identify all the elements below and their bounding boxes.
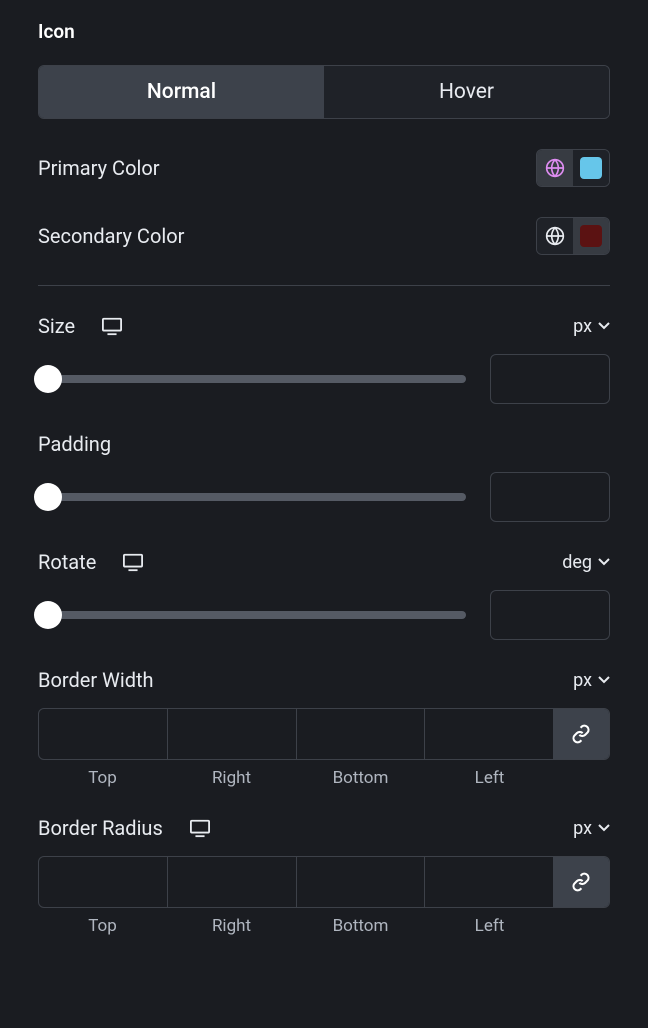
desktop-icon[interactable] [101, 316, 123, 336]
rotate-input[interactable] [490, 590, 610, 640]
desktop-icon[interactable] [189, 818, 211, 838]
size-label: Size [38, 314, 75, 338]
rotate-label: Rotate [38, 550, 96, 574]
divider [38, 285, 610, 286]
size-slider-thumb[interactable] [34, 365, 62, 393]
padding-control: Padding [38, 432, 610, 522]
size-input[interactable] [490, 354, 610, 404]
rotate-slider-thumb[interactable] [34, 601, 62, 629]
globe-icon [545, 158, 565, 178]
state-tabs: Normal Hover [38, 65, 610, 119]
tab-normal[interactable]: Normal [39, 66, 324, 118]
border-radius-left-label: Left [425, 916, 554, 936]
secondary-color-label: Secondary Color [38, 224, 184, 248]
padding-input[interactable] [490, 472, 610, 522]
padding-label: Padding [38, 432, 111, 456]
section-title: Icon [38, 20, 610, 43]
link-icon [571, 872, 591, 892]
tab-hover[interactable]: Hover [324, 66, 609, 118]
primary-color-global-button[interactable] [537, 150, 573, 186]
chevron-down-icon [598, 322, 610, 330]
border-radius-unit-dropdown[interactable]: px [573, 818, 610, 839]
secondary-color-swatch-button[interactable] [573, 218, 609, 254]
border-width-bottom-label: Bottom [296, 768, 425, 788]
rotate-unit-dropdown[interactable]: deg [562, 552, 610, 573]
border-radius-right-label: Right [167, 916, 296, 936]
secondary-color-global-button[interactable] [537, 218, 573, 254]
border-width-left-label: Left [425, 768, 554, 788]
border-radius-top-label: Top [38, 916, 167, 936]
border-radius-unit-value: px [573, 818, 592, 839]
border-width-top-label: Top [38, 768, 167, 788]
globe-icon [545, 226, 565, 246]
chevron-down-icon [598, 558, 610, 566]
link-icon [571, 724, 591, 744]
border-width-top-input[interactable] [39, 709, 168, 759]
size-control: Size px [38, 314, 610, 404]
secondary-color-row: Secondary Color [38, 217, 610, 255]
border-width-right-label: Right [167, 768, 296, 788]
border-width-control: Border Width px Top Right Bottom Left [38, 668, 610, 788]
chevron-down-icon [598, 824, 610, 832]
size-unit-value: px [573, 316, 592, 337]
border-radius-right-input[interactable] [168, 857, 297, 907]
padding-slider-thumb[interactable] [34, 483, 62, 511]
rotate-slider[interactable] [38, 611, 466, 619]
chevron-down-icon [598, 676, 610, 684]
border-width-inputs [38, 708, 610, 760]
border-width-bottom-input[interactable] [297, 709, 426, 759]
border-radius-control: Border Radius px [38, 816, 610, 936]
border-radius-label: Border Radius [38, 816, 163, 840]
size-unit-dropdown[interactable]: px [573, 316, 610, 337]
border-width-side-labels: Top Right Bottom Left [38, 768, 610, 788]
border-radius-bottom-label: Bottom [296, 916, 425, 936]
primary-color-swatch-button[interactable] [573, 150, 609, 186]
border-width-link-button[interactable] [553, 709, 609, 759]
border-radius-bottom-input[interactable] [297, 857, 426, 907]
rotate-unit-value: deg [562, 552, 592, 573]
primary-color-controls [536, 149, 610, 187]
primary-color-swatch [580, 157, 602, 179]
size-slider[interactable] [38, 375, 466, 383]
border-width-label: Border Width [38, 668, 154, 692]
padding-slider[interactable] [38, 493, 466, 501]
primary-color-label: Primary Color [38, 156, 160, 180]
border-radius-link-button[interactable] [553, 857, 609, 907]
secondary-color-swatch [580, 225, 602, 247]
border-width-unit-value: px [573, 670, 592, 691]
border-radius-top-input[interactable] [39, 857, 168, 907]
secondary-color-controls [536, 217, 610, 255]
border-width-right-input[interactable] [168, 709, 297, 759]
primary-color-row: Primary Color [38, 149, 610, 187]
border-radius-left-input[interactable] [425, 857, 553, 907]
border-radius-inputs [38, 856, 610, 908]
border-width-unit-dropdown[interactable]: px [573, 670, 610, 691]
border-radius-side-labels: Top Right Bottom Left [38, 916, 610, 936]
desktop-icon[interactable] [122, 552, 144, 572]
border-width-left-input[interactable] [425, 709, 553, 759]
rotate-control: Rotate deg [38, 550, 610, 640]
